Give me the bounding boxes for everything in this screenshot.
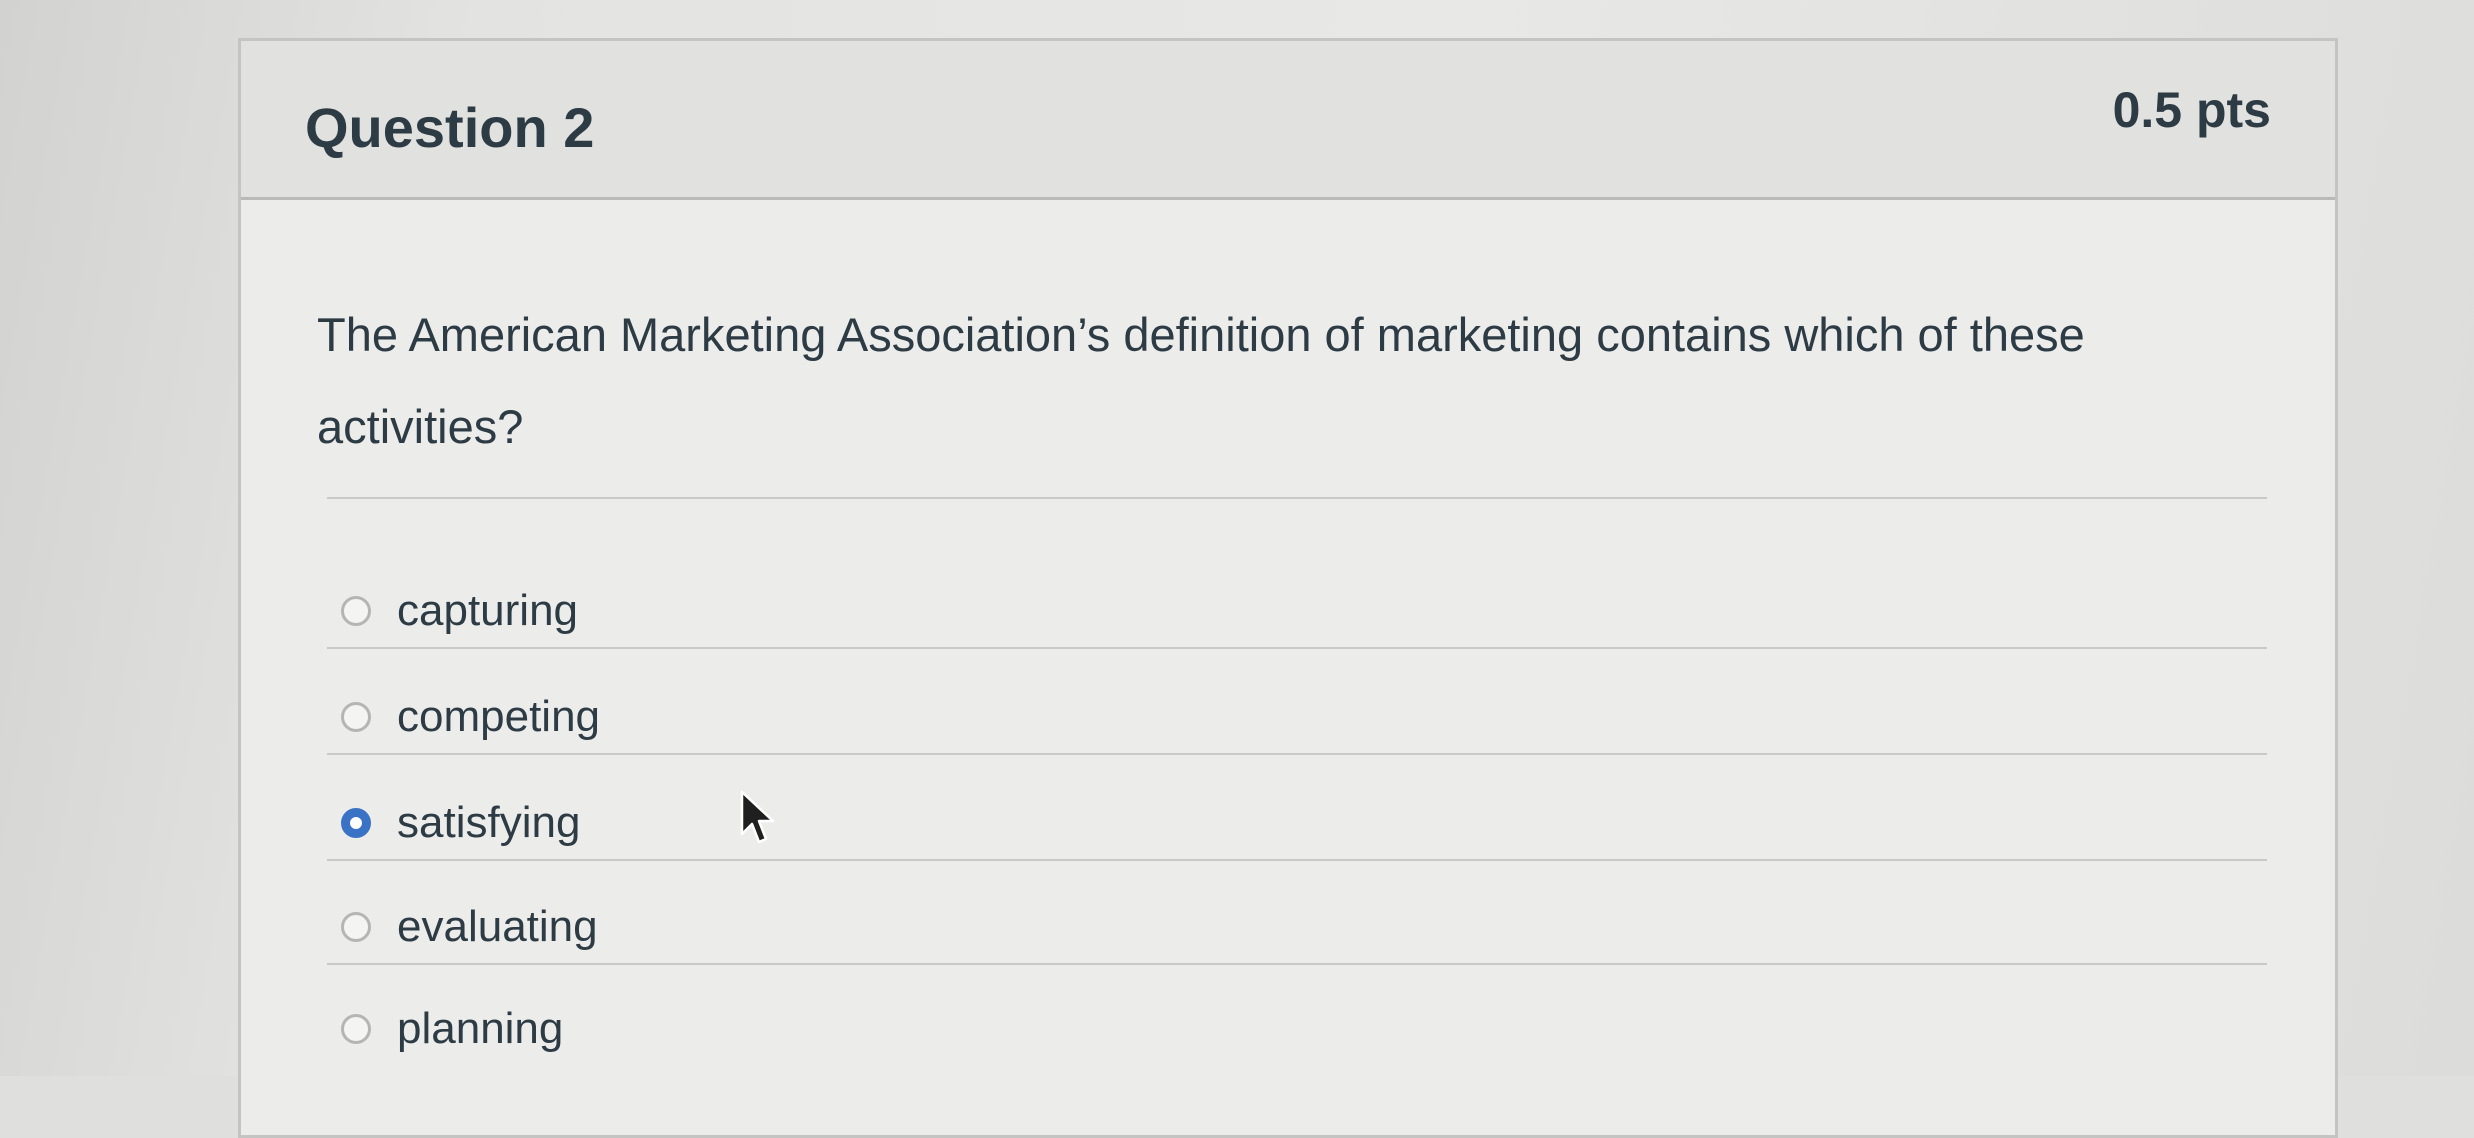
radio-button-selected[interactable]	[341, 808, 371, 838]
question-title: Question 2	[305, 96, 595, 159]
answer-label: competing	[397, 692, 601, 741]
answer-divider	[327, 963, 2267, 965]
radio-button[interactable]	[341, 1014, 371, 1044]
radio-button[interactable]	[341, 596, 371, 626]
answer-option-satisfying[interactable]: satisfying	[341, 783, 2241, 863]
answer-option-evaluating[interactable]: evaluating	[341, 887, 2241, 967]
answer-divider	[327, 859, 2267, 861]
answer-option-planning[interactable]: planning	[341, 989, 2241, 1069]
answer-label: satisfying	[397, 798, 581, 847]
answer-divider	[327, 647, 2267, 649]
answer-option-capturing[interactable]: capturing	[341, 571, 2241, 651]
radio-button[interactable]	[341, 702, 371, 732]
question-prompt: The American Marketing Association’s def…	[317, 308, 2085, 453]
radio-button[interactable]	[341, 912, 371, 942]
question-card: Question 2 0.5 pts The American Marketin…	[238, 38, 2338, 1138]
answer-option-competing[interactable]: competing	[341, 677, 2241, 757]
mouse-pointer-icon	[740, 790, 775, 844]
answer-label: evaluating	[397, 902, 598, 951]
answer-label: planning	[397, 1004, 564, 1053]
question-header: Question 2 0.5 pts	[241, 41, 2335, 200]
question-points: 0.5 pts	[2112, 82, 2271, 138]
answer-label: capturing	[397, 586, 579, 635]
prompt-divider	[327, 497, 2267, 499]
answer-divider	[327, 753, 2267, 755]
